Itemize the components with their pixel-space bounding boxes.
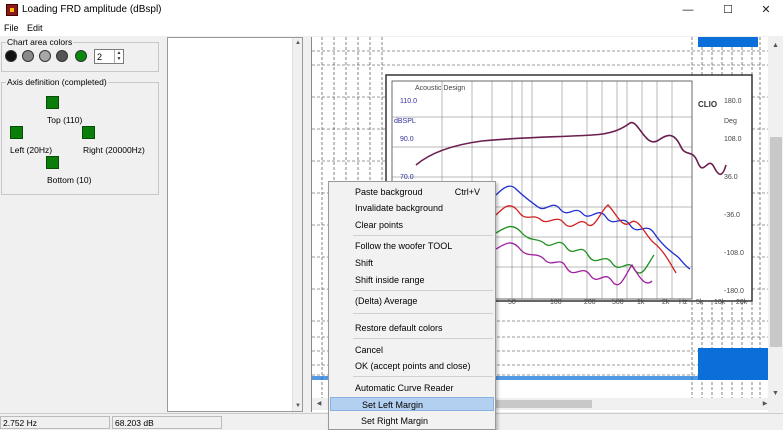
- right-tick-6: -180.0: [724, 288, 744, 295]
- axis-left-label: Left (20Hz): [10, 145, 53, 155]
- menu-set-right-margin[interactable]: Set Right Margin: [330, 414, 494, 428]
- menu-set-left-margin[interactable]: Set Left Margin: [330, 397, 494, 411]
- right-tick-2: 108.0: [724, 136, 742, 143]
- paste-shortcut: Ctrl+V: [454, 187, 480, 197]
- color-dot-4[interactable]: [56, 50, 68, 62]
- status-frequency: 2.752 Hz: [0, 416, 110, 429]
- x-tick-7: 5k: [696, 299, 704, 306]
- axis-left-marker[interactable]: [10, 126, 23, 139]
- x-tick-6: Hz: [679, 299, 688, 306]
- maximize-button[interactable]: ☐: [712, 0, 744, 20]
- menu-file[interactable]: File: [4, 23, 19, 33]
- app-icon: [6, 4, 18, 16]
- left-tick-3: 70.0: [400, 174, 414, 181]
- chart-area-colors-label: Chart area colors: [6, 37, 74, 47]
- status-level: 68.203 dB: [112, 416, 222, 429]
- color-dot-1[interactable]: [5, 50, 17, 62]
- menu-separator: [353, 376, 493, 377]
- axis-right-label: Right (20000Hz): [83, 145, 145, 155]
- menu-restore-default-colors[interactable]: Restore default colors: [330, 321, 494, 335]
- right-tick-1: Deg: [724, 118, 737, 125]
- x-tick-1: 100: [550, 299, 562, 306]
- close-button[interactable]: ✕: [750, 0, 782, 20]
- right-tick-3: 36.0: [724, 174, 738, 181]
- scroll-up-icon[interactable]: ▲: [293, 40, 303, 46]
- x-tick-2: 200: [584, 299, 596, 306]
- menu-edit[interactable]: Edit: [27, 23, 43, 33]
- menu-separator: [353, 338, 493, 339]
- left-tick-1: dBSPL: [394, 118, 416, 125]
- menu-separator: [353, 313, 493, 314]
- axis-definition-label: Axis definition (completed): [6, 77, 108, 87]
- chart-inner-label: Acoustic Design: [415, 85, 465, 92]
- color-dot-2[interactable]: [22, 50, 34, 62]
- right-tick-0: 180.0: [724, 98, 742, 105]
- axis-top-marker[interactable]: [46, 96, 59, 109]
- menu-bar: File Edit: [0, 20, 783, 36]
- x-tick-5: 2k: [662, 299, 670, 306]
- x-tick-3: 500: [612, 299, 624, 306]
- color-index-value: 2: [97, 52, 103, 62]
- x-tick-4: 1k: [637, 299, 645, 306]
- axis-bottom-label: Bottom (10): [47, 175, 92, 185]
- scroll-left-icon[interactable]: ◀: [314, 400, 324, 407]
- window-title: Loading FRD amplitude (dBspl): [22, 4, 162, 15]
- minimize-button[interactable]: —: [672, 0, 704, 20]
- menu-cancel[interactable]: Cancel: [330, 343, 494, 357]
- left-tick-0: 110.0: [400, 98, 417, 105]
- menu-follow-woofer-tool[interactable]: Follow the woofer TOOL: [330, 239, 494, 253]
- menu-paste-background[interactable]: Paste backgroud Ctrl+V: [330, 185, 494, 199]
- axis-top-label: Top (110): [47, 115, 83, 125]
- menu-shift-inside-range[interactable]: Shift inside range: [330, 273, 494, 287]
- menu-separator: [353, 235, 493, 236]
- x-tick-9: 20k: [736, 299, 748, 306]
- x-tick-0: 50: [508, 299, 516, 306]
- points-list[interactable]: ▲ ▼: [167, 37, 303, 412]
- left-tick-2: 90.0: [400, 136, 414, 143]
- color-index-stepper[interactable]: 2 ▲ ▼: [94, 49, 124, 64]
- color-dot-3[interactable]: [39, 50, 51, 62]
- axis-bottom-marker[interactable]: [46, 156, 59, 169]
- hscroll-thumb[interactable]: [492, 400, 592, 408]
- list-scrollbar[interactable]: ▲ ▼: [292, 38, 302, 411]
- scroll-down-icon[interactable]: ▼: [293, 403, 303, 409]
- x-tick-8: 10k: [714, 299, 726, 306]
- stepper-arrows[interactable]: ▲ ▼: [114, 50, 123, 63]
- svg-text:▲: ▲: [772, 42, 779, 49]
- chart-brand: CLIO: [698, 100, 717, 109]
- menu-automatic-curve-reader[interactable]: Automatic Curve Reader: [330, 381, 494, 395]
- title-bar: Loading FRD amplitude (dBspl) — ☐ ✕: [0, 0, 783, 20]
- right-tick-5: -108.0: [724, 250, 744, 257]
- menu-shift[interactable]: Shift: [330, 256, 494, 270]
- scroll-right-icon[interactable]: ▶: [760, 400, 770, 407]
- menu-clear-points[interactable]: Clear points: [330, 218, 494, 232]
- menu-invalidate-background[interactable]: Invalidate background: [330, 201, 494, 215]
- menu-delta-average[interactable]: (Delta) Average: [330, 294, 494, 308]
- right-tick-4: -36.0: [724, 212, 740, 219]
- axis-right-marker[interactable]: [82, 126, 95, 139]
- color-dot-5[interactable]: [75, 50, 87, 62]
- context-menu: Paste backgroud Ctrl+V Invalidate backgro…: [328, 181, 496, 430]
- menu-ok-accept[interactable]: OK (accept points and close): [330, 359, 494, 373]
- menu-separator: [353, 290, 493, 291]
- svg-text:▼: ▼: [772, 390, 779, 397]
